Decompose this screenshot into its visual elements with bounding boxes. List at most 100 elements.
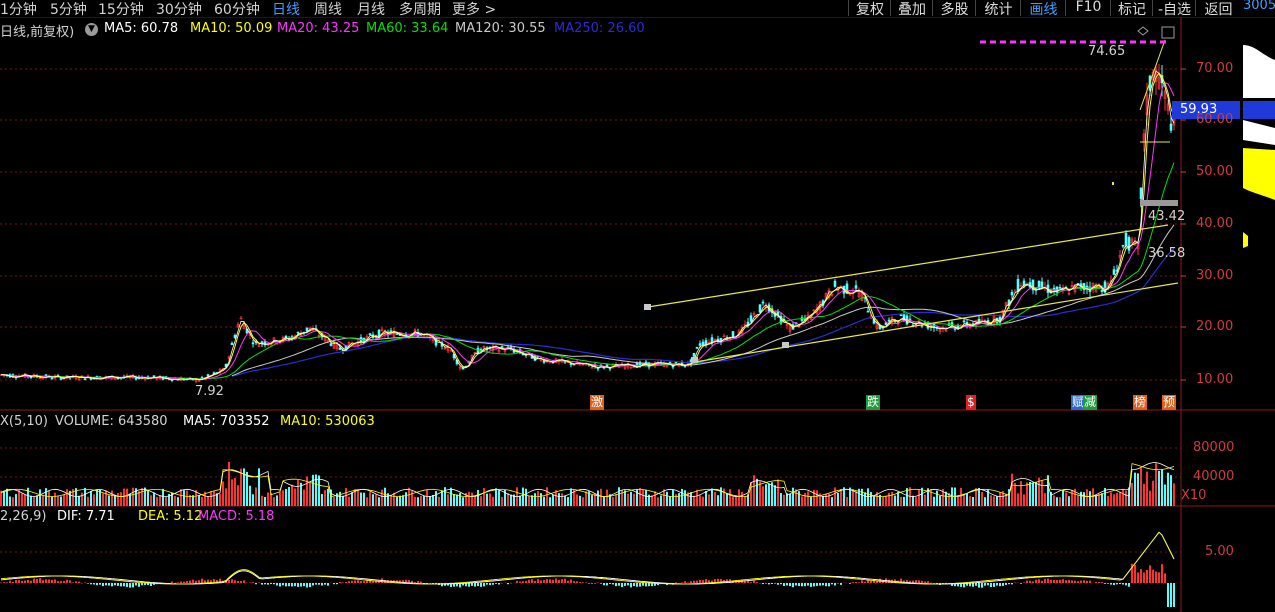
volume-bar [93, 494, 95, 506]
volume-bar [21, 493, 23, 506]
candle-body [338, 347, 342, 350]
macd-histogram-bar [1089, 580, 1091, 583]
period-tab-1[interactable]: 5分钟 [50, 0, 87, 19]
toolbar-button-8[interactable]: 返回 [1195, 0, 1241, 18]
macd-histogram-bar [600, 583, 602, 584]
macd-histogram-bar [1104, 583, 1106, 584]
event-tag-4[interactable]: 减 [1083, 395, 1098, 410]
macd-histogram-bar [507, 583, 509, 585]
macd-histogram-bar [282, 583, 284, 586]
settings-dropdown-icon[interactable]: ▼ [85, 23, 98, 36]
macd-histogram-bar [1074, 580, 1076, 583]
period-tab-6[interactable]: 周线 [314, 0, 342, 19]
volume-bar [612, 497, 614, 506]
toolbar-button-3[interactable]: 统计 [975, 0, 1021, 18]
volume-bar [60, 496, 62, 506]
toolbar-button-7[interactable]: -自选 [1152, 0, 1196, 18]
macd-histogram-bar [483, 583, 485, 587]
period-tab-8[interactable]: 多周期 [399, 0, 441, 19]
period-tab-9[interactable]: 更多 > [452, 0, 496, 19]
toolbar-button-1[interactable]: 叠加 [890, 0, 933, 18]
trendline-lower [694, 282, 1179, 363]
volume-bar [1092, 488, 1094, 506]
volume-bar [333, 497, 335, 506]
macd-histogram-bar [555, 578, 557, 583]
ma-legend-item-1: MA10: 50.09 [190, 21, 273, 36]
volume-bar [96, 489, 98, 506]
toolbar-button-2[interactable]: 多股 [932, 0, 976, 18]
volume-bar [1053, 495, 1055, 506]
volume-bar [12, 497, 14, 506]
period-tab-2[interactable]: 15分钟 [98, 0, 144, 19]
macd-histogram-bar [1026, 580, 1028, 583]
macd-histogram-bar [126, 583, 128, 587]
event-tag-6[interactable]: 预 [1162, 395, 1177, 410]
volume-bar [147, 490, 149, 506]
volume-bar [39, 489, 41, 506]
event-tag-2[interactable]: $ [966, 395, 976, 410]
macd-histogram-bar [138, 583, 140, 587]
period-tab-3[interactable]: 30分钟 [156, 0, 202, 19]
macd-histogram-bar [774, 583, 776, 584]
period-tab-4[interactable]: 60分钟 [214, 0, 260, 19]
volume-bar [207, 496, 209, 506]
macd-histogram-bar [606, 583, 608, 586]
macd-histogram-bar [306, 583, 308, 588]
volume-bar [378, 497, 380, 506]
toolbar-button-5[interactable]: F10 [1065, 0, 1111, 16]
macd-histogram-bar [78, 581, 80, 583]
macd-histogram-bar [921, 580, 923, 583]
volume-bar [630, 491, 632, 506]
candle-body [701, 341, 705, 346]
volume-bar [543, 496, 545, 506]
macd-histogram-bar [1149, 565, 1151, 583]
volume-bar [303, 489, 305, 506]
period-tab-0[interactable]: 1分钟 [0, 0, 37, 19]
volume-bar [1164, 484, 1166, 506]
macd-histogram-bar [69, 580, 71, 583]
macd-histogram-bar [96, 583, 98, 586]
volume-bar [177, 497, 179, 506]
macd-histogram-bar [1080, 580, 1082, 583]
volume-bar [984, 497, 986, 506]
volume-bar [1017, 493, 1019, 506]
toolbar-button-0[interactable]: 复权 [848, 0, 891, 18]
toolbar-button-6[interactable]: 标记 [1110, 0, 1153, 18]
event-tag-5[interactable]: 榜 [1133, 395, 1148, 410]
macd-histogram-bar [468, 583, 470, 587]
macd-histogram-bar [1167, 583, 1169, 607]
volume-bar [969, 496, 971, 506]
macd-histogram-bar [66, 579, 68, 583]
candle-body [1058, 287, 1062, 289]
macd-histogram-bar [636, 583, 638, 587]
macd-histogram-bar [1053, 579, 1055, 583]
event-tag-1[interactable]: 跌 [866, 395, 881, 410]
volume-bar [426, 489, 428, 506]
volume-bar [627, 493, 629, 506]
volume-bar [798, 491, 800, 506]
volume-bar [993, 496, 995, 506]
macd-histogram-bar [567, 580, 569, 583]
volume-bar [507, 493, 509, 506]
macd-histogram-bar [363, 581, 365, 583]
volume-bar [957, 496, 959, 506]
macd-histogram-bar [705, 579, 707, 583]
volume-bar [327, 488, 329, 506]
volume-bar [1149, 490, 1151, 506]
macd-histogram-bar [123, 583, 125, 587]
period-tab-5[interactable]: 日线 [272, 0, 300, 19]
macd-histogram-bar [303, 583, 305, 587]
volume-bar [510, 494, 512, 506]
toolbar-button-4[interactable]: 画线 [1020, 0, 1066, 18]
volume-bar [966, 493, 968, 506]
macd-histogram-bar [795, 583, 797, 586]
volume-bar [228, 461, 230, 506]
volume-bar [537, 491, 539, 506]
macd-histogram-bar [477, 583, 479, 587]
ma120-line [231, 224, 1175, 377]
period-tab-7[interactable]: 月线 [357, 0, 385, 19]
event-tag-0[interactable]: 激 [590, 395, 605, 410]
volume-ma10-line [0, 463, 1175, 498]
macd-histogram-bar [1137, 572, 1139, 583]
volume-bar [675, 494, 677, 506]
